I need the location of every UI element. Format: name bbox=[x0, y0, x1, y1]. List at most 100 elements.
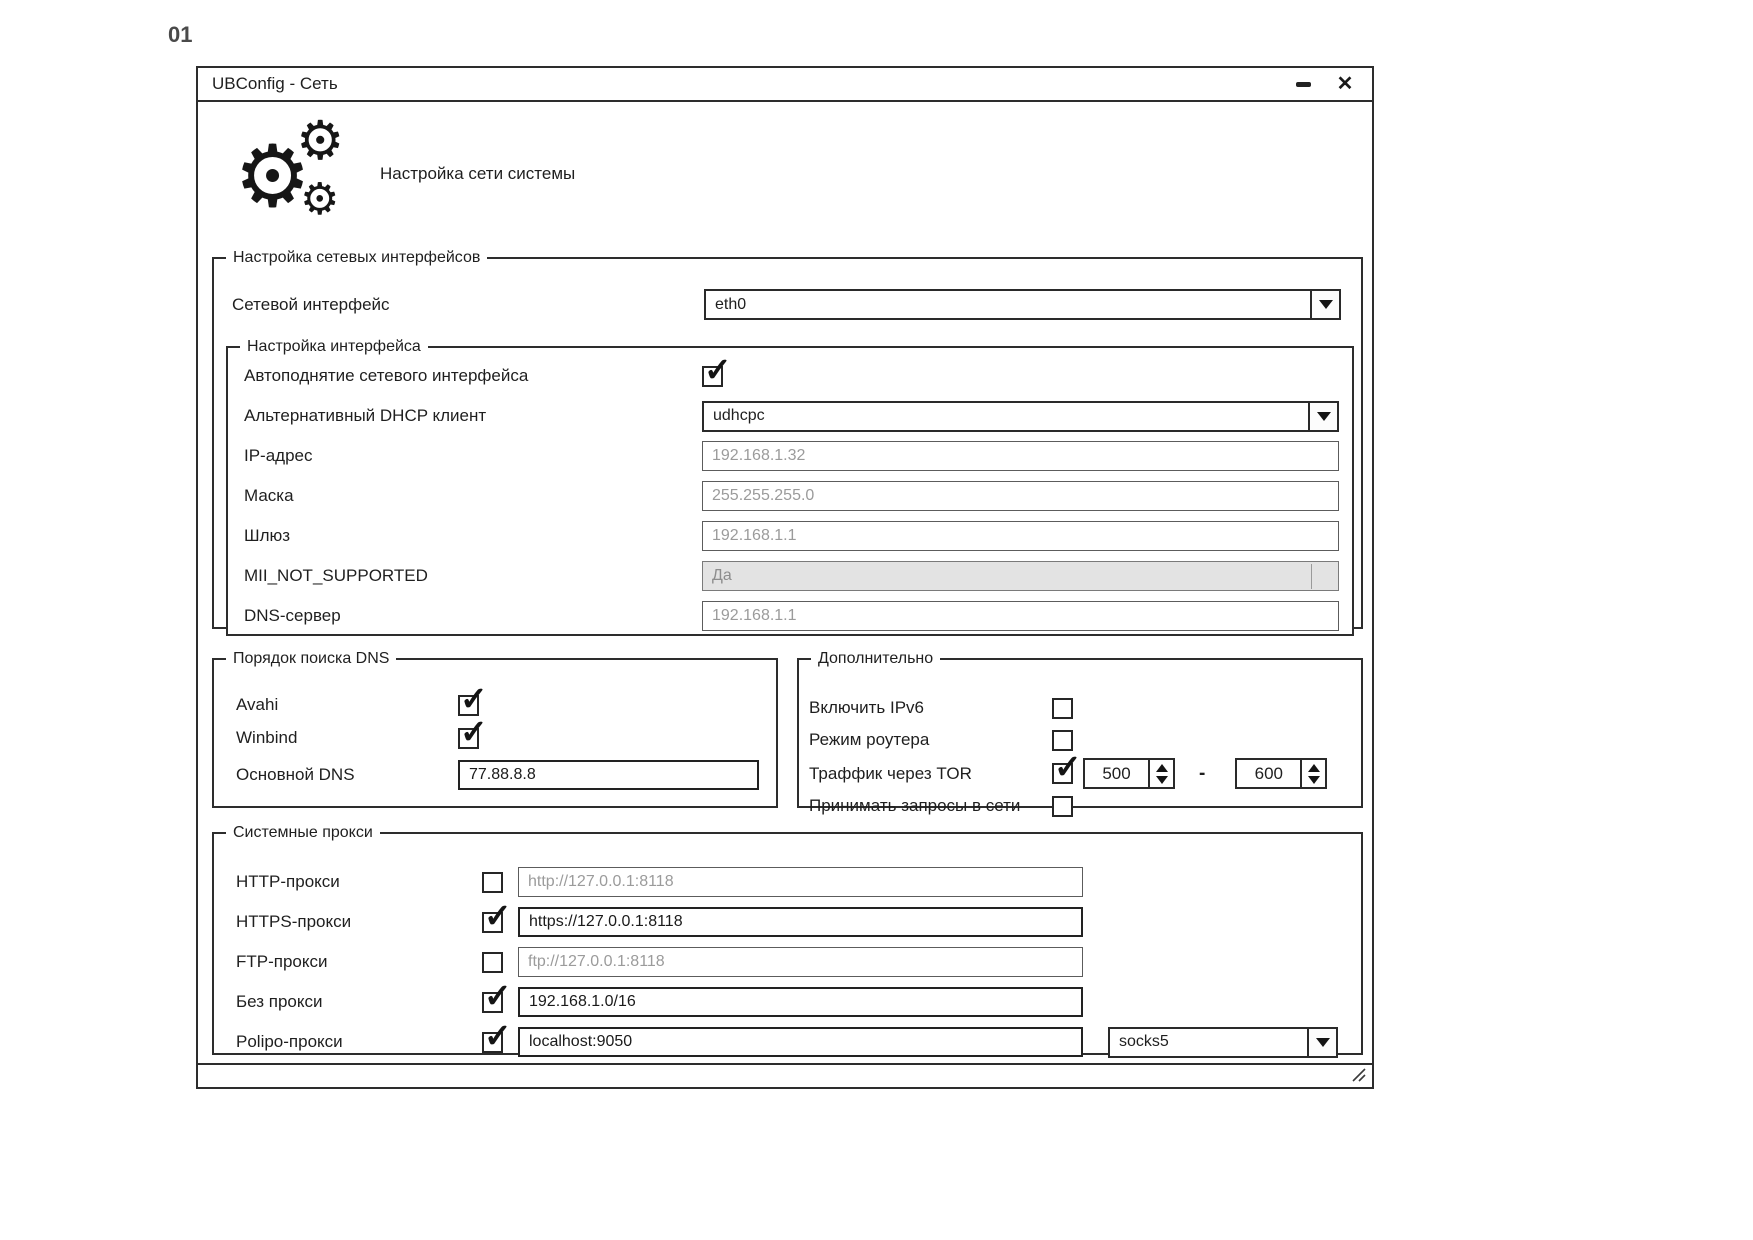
mask-field[interactable] bbox=[702, 481, 1339, 511]
gateway-field[interactable] bbox=[702, 521, 1339, 551]
accept-requests-label: Принимать запросы в сети bbox=[809, 796, 1052, 816]
tor-port-to-value[interactable]: 600 bbox=[1237, 760, 1300, 787]
ip-field[interactable] bbox=[702, 441, 1339, 471]
no-proxy-field[interactable] bbox=[518, 987, 1083, 1017]
group-system-proxies-legend: Системные прокси bbox=[226, 824, 380, 842]
titlebar: UBConfig - Сеть ✕ bbox=[198, 68, 1372, 102]
spinner-buttons[interactable] bbox=[1148, 760, 1173, 787]
form-row: Автоподнятие сетевого интерфейса bbox=[228, 356, 1352, 396]
ipv6-checkbox[interactable] bbox=[1052, 698, 1073, 719]
polipo-proxy-field[interactable] bbox=[518, 1027, 1083, 1057]
form-row: Без прокси bbox=[214, 982, 1361, 1022]
group-additional-legend: Дополнительно bbox=[811, 650, 940, 668]
ip-label: IP-адрес bbox=[244, 446, 702, 466]
page-number: 01 bbox=[168, 22, 192, 48]
group-interface-settings: Настройка интерфейса Автоподнятие сетево… bbox=[226, 338, 1354, 636]
form-row: Включить IPv6 bbox=[809, 695, 1351, 721]
no-proxy-checkbox[interactable] bbox=[482, 992, 503, 1013]
tor-port-to-spinner[interactable]: 600 bbox=[1235, 758, 1327, 789]
minimize-button[interactable] bbox=[1290, 71, 1316, 97]
polipo-proxy-label: Polipo-прокси bbox=[236, 1032, 482, 1052]
form-row: Основной DNS bbox=[236, 759, 759, 791]
form-row: HTTP-прокси bbox=[214, 862, 1361, 902]
no-proxy-label: Без прокси bbox=[236, 992, 482, 1012]
ftp-proxy-field[interactable] bbox=[518, 947, 1083, 977]
group-system-proxies: Системные прокси HTTP-прокси HTTPS-прокс… bbox=[212, 824, 1363, 1055]
https-proxy-field[interactable] bbox=[518, 907, 1083, 937]
spin-down-icon[interactable] bbox=[1308, 776, 1320, 784]
form-row: Winbind bbox=[236, 725, 479, 751]
close-icon: ✕ bbox=[1337, 74, 1354, 94]
avahi-label: Avahi bbox=[236, 695, 458, 715]
interface-dropdown[interactable]: eth0 bbox=[704, 289, 1341, 320]
ftp-proxy-checkbox[interactable] bbox=[482, 952, 503, 973]
tor-checkbox[interactable] bbox=[1052, 763, 1073, 784]
winbind-checkbox[interactable] bbox=[458, 728, 479, 749]
group-dns-order-legend: Порядок поиска DNS bbox=[226, 650, 396, 668]
mask-label: Маска bbox=[244, 486, 702, 506]
http-proxy-field[interactable] bbox=[518, 867, 1083, 897]
ipv6-label: Включить IPv6 bbox=[809, 698, 1052, 718]
dhcp-client-dropdown-value: udhcpc bbox=[704, 403, 1308, 430]
accept-requests-checkbox[interactable] bbox=[1052, 796, 1073, 817]
primary-dns-label: Основной DNS bbox=[236, 765, 458, 785]
minimize-icon bbox=[1296, 82, 1311, 87]
resize-grip-icon[interactable] bbox=[1351, 1067, 1367, 1083]
winbind-label: Winbind bbox=[236, 728, 458, 748]
http-proxy-label: HTTP-прокси bbox=[236, 872, 482, 892]
proxy-rows: HTTP-прокси HTTPS-прокси FTP-прокси Без … bbox=[214, 842, 1361, 1062]
group-network-interfaces-legend: Настройка сетевых интерфейсов bbox=[226, 249, 487, 267]
statusbar bbox=[198, 1063, 1372, 1087]
form-row: Сетевой интерфейс eth0 bbox=[232, 289, 1345, 320]
form-row: HTTPS-прокси bbox=[214, 902, 1361, 942]
dns-server-field[interactable] bbox=[702, 601, 1339, 631]
https-proxy-checkbox[interactable] bbox=[482, 912, 503, 933]
auto-up-label: Автоподнятие сетевого интерфейса bbox=[244, 366, 702, 386]
chevron-down-icon[interactable] bbox=[1310, 291, 1339, 318]
form-row: DNS-сервер bbox=[228, 596, 1352, 636]
form-row: IP-адрес bbox=[228, 436, 1352, 476]
tor-port-from-spinner[interactable]: 500 bbox=[1083, 758, 1175, 789]
close-button[interactable]: ✕ bbox=[1332, 71, 1358, 97]
mii-field bbox=[702, 561, 1339, 591]
dhcp-client-dropdown[interactable]: udhcpc bbox=[702, 401, 1339, 432]
form-row: Avahi bbox=[236, 692, 479, 718]
http-proxy-checkbox[interactable] bbox=[482, 872, 503, 893]
spin-up-icon[interactable] bbox=[1156, 764, 1168, 772]
spin-up-icon[interactable] bbox=[1308, 764, 1320, 772]
ftp-proxy-label: FTP-прокси bbox=[236, 952, 482, 972]
form-row: Траффик через TOR 500 - 600 bbox=[809, 758, 1351, 789]
form-row: Шлюз bbox=[228, 516, 1352, 556]
gear-icon: ⚙ bbox=[300, 178, 339, 222]
form-row: MII_NOT_SUPPORTED bbox=[228, 556, 1352, 596]
chevron-down-icon[interactable] bbox=[1308, 403, 1337, 430]
range-separator: - bbox=[1199, 763, 1205, 785]
interface-dropdown-value: eth0 bbox=[706, 291, 1310, 318]
app-header: ⚙ ⚙ ⚙ Настройка сети системы bbox=[234, 116, 575, 232]
polipo-type-dropdown-value: socks5 bbox=[1110, 1029, 1307, 1056]
gears-icon: ⚙ ⚙ ⚙ bbox=[234, 116, 350, 232]
mii-divider bbox=[1311, 564, 1312, 589]
spinner-buttons[interactable] bbox=[1300, 760, 1325, 787]
group-network-interfaces: Настройка сетевых интерфейсов Сетевой ин… bbox=[212, 249, 1363, 629]
window-title: UBConfig - Сеть bbox=[212, 74, 1290, 94]
page-title: Настройка сети системы bbox=[380, 164, 575, 184]
tor-port-from-value[interactable]: 500 bbox=[1085, 760, 1148, 787]
spin-down-icon[interactable] bbox=[1156, 776, 1168, 784]
chevron-down-icon[interactable] bbox=[1307, 1029, 1336, 1056]
group-interface-settings-legend: Настройка интерфейса bbox=[240, 338, 428, 356]
tor-label: Траффик через TOR bbox=[809, 764, 1052, 784]
gateway-label: Шлюз bbox=[244, 526, 702, 546]
form-row: FTP-прокси bbox=[214, 942, 1361, 982]
interface-label: Сетевой интерфейс bbox=[232, 295, 704, 315]
ubconfig-window: UBConfig - Сеть ✕ ⚙ ⚙ ⚙ Настройка сети с… bbox=[196, 66, 1374, 1089]
auto-up-checkbox[interactable] bbox=[702, 366, 723, 387]
https-proxy-label: HTTPS-прокси bbox=[236, 912, 482, 932]
form-row: Принимать запросы в сети bbox=[809, 793, 1351, 819]
group-dns-order: Порядок поиска DNS Avahi Winbind Основно… bbox=[212, 650, 778, 808]
mii-label: MII_NOT_SUPPORTED bbox=[244, 566, 702, 586]
polipo-proxy-checkbox[interactable] bbox=[482, 1032, 503, 1053]
primary-dns-field[interactable] bbox=[458, 760, 759, 790]
form-row: Альтернативный DHCP клиент udhcpc bbox=[228, 396, 1352, 436]
polipo-type-dropdown[interactable]: socks5 bbox=[1108, 1027, 1338, 1058]
